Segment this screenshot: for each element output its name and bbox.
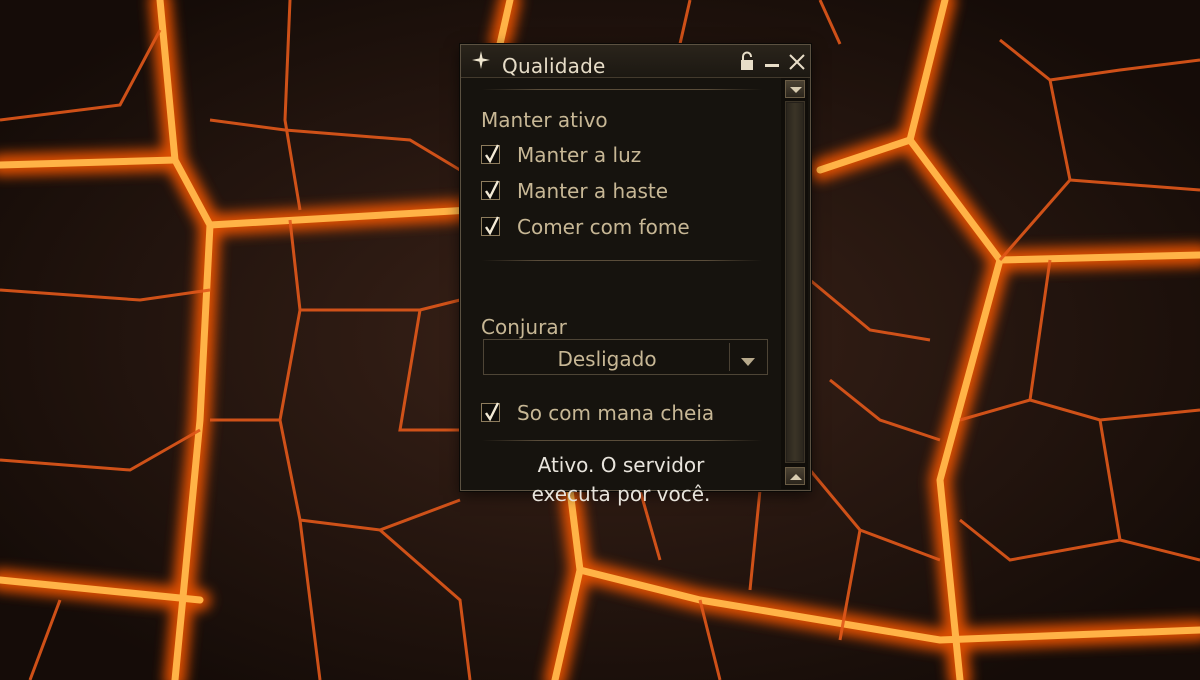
status-line-2: executa por você. bbox=[531, 482, 711, 506]
conjure-dropdown[interactable]: Desligado bbox=[483, 339, 768, 375]
keep-light-label: Manter a luz bbox=[517, 143, 642, 167]
keep-haste-label: Manter a haste bbox=[517, 179, 669, 203]
scroll-up-button[interactable] bbox=[785, 467, 805, 485]
full-mana-only-label: So com mana cheia bbox=[517, 401, 715, 425]
scroll-track[interactable] bbox=[785, 101, 805, 463]
minimize-icon[interactable] bbox=[763, 51, 781, 71]
conjure-dropdown-value: Desligado bbox=[557, 347, 657, 371]
chevron-down-icon[interactable] bbox=[740, 352, 756, 371]
divider bbox=[482, 89, 762, 90]
scroll-down-button[interactable] bbox=[785, 80, 805, 98]
checkbox-box[interactable] bbox=[481, 402, 500, 422]
divider bbox=[482, 440, 762, 441]
vertical-scrollbar[interactable] bbox=[781, 78, 808, 489]
checkbox-box[interactable] bbox=[481, 216, 500, 236]
scroll-thumb[interactable] bbox=[787, 103, 803, 461]
window-titlebar[interactable]: Qualidade bbox=[461, 45, 810, 78]
checkbox-box[interactable] bbox=[481, 144, 500, 164]
eat-when-hungry-label: Comer com fome bbox=[517, 215, 690, 239]
sparkle-icon bbox=[471, 50, 491, 70]
window-title: Qualidade bbox=[502, 54, 606, 78]
close-icon[interactable] bbox=[788, 51, 806, 71]
window-content: Manter ativo Manter a luz Manter a haste… bbox=[462, 79, 780, 506]
game-scene: Qualidade Manter ativo Manter a luz Mant… bbox=[0, 0, 1200, 680]
lock-icon[interactable] bbox=[738, 51, 756, 71]
dropdown-divider bbox=[729, 343, 730, 371]
status-line-1: Ativo. O servidor bbox=[537, 453, 705, 477]
divider bbox=[482, 260, 762, 261]
keep-active-heading: Manter ativo bbox=[481, 108, 608, 132]
conjure-heading: Conjurar bbox=[481, 315, 567, 339]
quality-window: Qualidade Manter ativo Manter a luz Mant… bbox=[460, 44, 811, 506]
checkbox-box[interactable] bbox=[481, 180, 500, 200]
